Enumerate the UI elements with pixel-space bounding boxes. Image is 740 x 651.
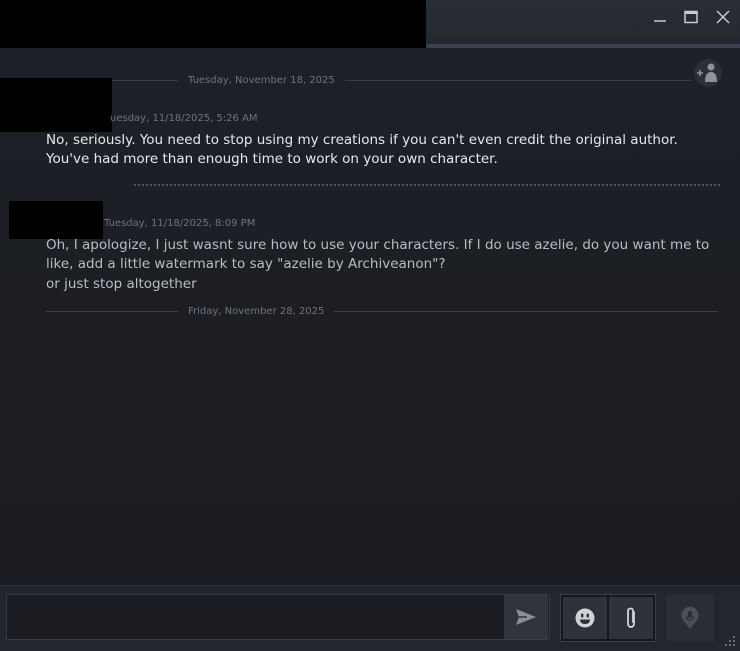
emoji-icon <box>575 608 595 628</box>
paperclip-icon <box>627 607 635 628</box>
date-divider: Friday, November 28, 2025 <box>46 304 718 318</box>
resize-grip-icon[interactable] <box>724 635 736 647</box>
composer-tools <box>560 594 656 642</box>
attach-file-button[interactable] <box>609 597 653 639</box>
minimize-button[interactable] <box>647 6 673 28</box>
message-timestamp: Tuesday, 11/18/2025, 8:09 PM <box>104 218 256 229</box>
voice-message-button[interactable] <box>666 595 714 641</box>
composer-bar <box>0 585 740 651</box>
maximize-icon <box>684 10 698 24</box>
microphone-icon <box>681 606 699 629</box>
redacted-sender-avatar <box>9 201 103 239</box>
message-text: or just stop altogether <box>46 276 197 292</box>
send-button[interactable] <box>504 595 548 639</box>
send-icon <box>516 609 536 625</box>
close-icon <box>716 10 730 24</box>
close-button[interactable] <box>710 6 736 28</box>
add-friend-button[interactable] <box>694 59 722 87</box>
message-text: No, seriously. You need to stop using my… <box>46 132 678 167</box>
message-input[interactable] <box>6 594 550 640</box>
add-friend-icon <box>697 63 717 82</box>
date-divider-label: Friday, November 28, 2025 <box>188 305 325 317</box>
message-timestamp: uesday, 11/18/2025, 5:26 AM <box>110 113 258 124</box>
message-text: Oh, I apologize, I just wasnt sure how t… <box>46 237 710 272</box>
date-divider: Tuesday, November 18, 2025 <box>112 73 692 87</box>
date-divider-label: Tuesday, November 18, 2025 <box>188 74 335 86</box>
minimize-icon <box>654 20 666 22</box>
message-group-separator <box>134 184 720 186</box>
emoji-button[interactable] <box>563 597 607 639</box>
maximize-button[interactable] <box>678 6 704 28</box>
redacted-sender <box>0 78 112 132</box>
